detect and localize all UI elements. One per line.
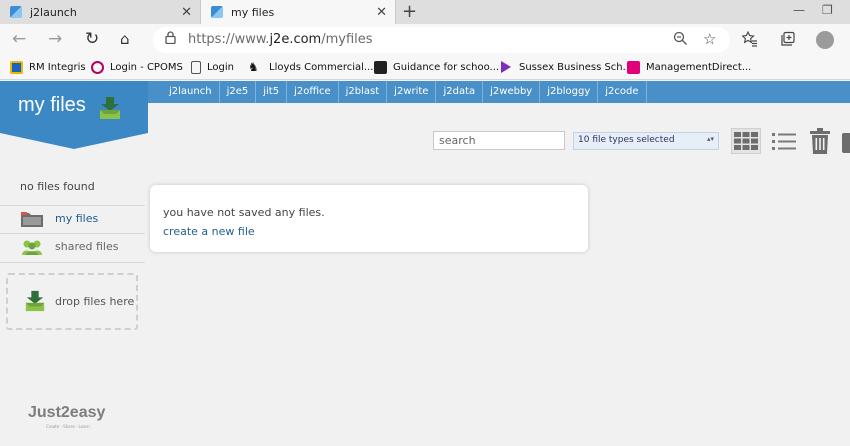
nav-link-j2write[interactable]: j2write [386,81,435,103]
nav-link-j2code[interactable]: j2code [597,81,647,103]
favorite-star-icon[interactable]: ☆ [703,30,716,48]
no-files-status: no files found [20,180,95,193]
bookmark-lloyds[interactable]: ♞ Lloyds Commercial... [248,61,373,74]
j2-favicon-icon [10,6,22,18]
sidebar-item-label: shared files [55,240,119,253]
nav-link-j2bloggy[interactable]: j2bloggy [539,81,597,103]
close-icon[interactable]: ✕ [181,5,192,20]
tab-title: j2launch [30,5,77,19]
browser-tab-j2launch[interactable]: j2launch ✕ [0,0,200,24]
page-title-banner: my files [0,81,148,133]
tab-title: my files [231,5,275,19]
nav-link-j2webby[interactable]: j2webby [482,81,539,103]
search-input[interactable] [433,131,565,150]
nav-link-j2blast[interactable]: j2blast [337,81,387,103]
close-icon[interactable]: ✕ [376,5,387,20]
lloyds-horse-icon: ♞ [248,60,259,74]
logo-tagline: Create · Share · Learn [46,424,90,429]
bookmark-label: Guidance for schoo... [393,62,500,73]
nav-link-jit5[interactable]: jit5 [255,81,286,103]
sidebar-item-label: my files [55,212,99,225]
profile-avatar-icon[interactable] [816,31,834,49]
page: j2launch j2e5 jit5 j2office j2blast j2wr… [0,81,850,446]
forward-arrow-icon[interactable]: → [48,29,62,49]
trash-icon[interactable] [810,128,830,158]
management-direct-icon [627,61,640,74]
page-title: my files [18,94,86,116]
cpoms-icon [91,61,104,74]
url-domain: j2e.com [269,32,322,47]
nav-link-j2data[interactable]: j2data [435,81,482,103]
bookmarks-bar: RM Integris Login - CPOMS Login ♞ Lloyds… [0,56,850,80]
url-prefix: https://www. [188,32,270,47]
browser-tab-strip: j2launch ✕ my files ✕ + — ❐ [0,0,850,24]
create-new-file-link[interactable]: create a new file [163,225,255,238]
drop-files-label: drop files here [55,295,135,308]
sidebar-item-shared-files[interactable]: shared files [0,233,145,261]
toolbar-more-icon[interactable] [842,133,850,153]
refresh-icon[interactable]: ↻ [85,29,99,49]
favorites-list-icon[interactable] [741,30,758,51]
empty-files-message: you have not saved any files. [163,206,325,219]
bookmark-label: RM Integris [29,62,86,73]
sidebar-divider [0,262,145,263]
new-tab-icon[interactable]: + [402,1,417,22]
bookmark-label: Login [207,62,234,73]
guidance-icon [374,61,387,74]
download-box-icon [24,290,46,316]
page-icon [191,61,201,74]
url-field[interactable]: https://www.j2e.com/myfiles ☆ [153,27,730,53]
sussex-icon [501,61,511,73]
nav-link-j2e5[interactable]: j2e5 [218,81,256,103]
list-view-icon[interactable] [772,131,796,153]
browser-tab-my-files[interactable]: my files ✕ [200,0,396,24]
nav-link-j2launch[interactable]: j2launch [162,81,219,103]
j2-favicon-icon [211,6,223,18]
bookmark-rm-integris[interactable]: RM Integris [10,61,86,74]
folder-icon [21,211,43,231]
back-arrow-icon[interactable]: ← [12,29,26,49]
bookmark-label: Login - CPOMS [110,62,183,73]
drop-files-zone[interactable]: drop files here [6,273,138,330]
home-icon[interactable]: ⌂ [120,30,130,48]
url-text: https://www.j2e.com/myfiles [188,32,373,47]
bookmark-guidance[interactable]: Guidance for schoo... [374,61,499,74]
bookmark-label: Sussex Business Sch... [519,61,633,73]
file-types-value: 10 file types selected [578,135,675,145]
minimize-icon[interactable]: — [793,3,805,17]
lock-icon [165,31,176,48]
bookmark-login[interactable]: Login [191,61,234,74]
restore-icon[interactable]: ❐ [822,3,833,17]
bookmark-label: Lloyds Commercial... [269,62,374,73]
file-types-select[interactable]: 10 file types selected ▴▾ [573,132,719,150]
nav-link-j2office[interactable]: j2office [286,81,338,103]
sidebar-item-my-files[interactable]: my files [0,205,145,233]
banner-point [0,133,148,149]
chevron-updown-icon: ▴▾ [706,135,714,143]
bookmark-sussex[interactable]: Sussex Business Sch... [501,61,632,73]
rm-integris-icon [10,61,23,74]
grid-view-icon[interactable] [730,127,762,155]
bookmark-cpoms[interactable]: Login - CPOMS [91,61,183,74]
collections-icon[interactable] [780,31,796,51]
zoom-icon[interactable] [673,31,688,50]
download-box-icon [98,97,122,123]
bookmark-label: ManagementDirect... [646,62,752,73]
empty-files-card: you have not saved any files. create a n… [150,185,588,252]
url-path: /myfiles [321,32,373,47]
app-links: j2launch j2e5 jit5 j2office j2blast j2wr… [162,81,647,103]
address-bar: ← → ↻ ⌂ https://www.j2e.com/myfiles ☆ [0,24,850,56]
people-icon [21,239,43,259]
just2easy-logo: Just2easy [28,404,106,421]
bookmark-management-direct[interactable]: ManagementDirect... [627,61,751,74]
